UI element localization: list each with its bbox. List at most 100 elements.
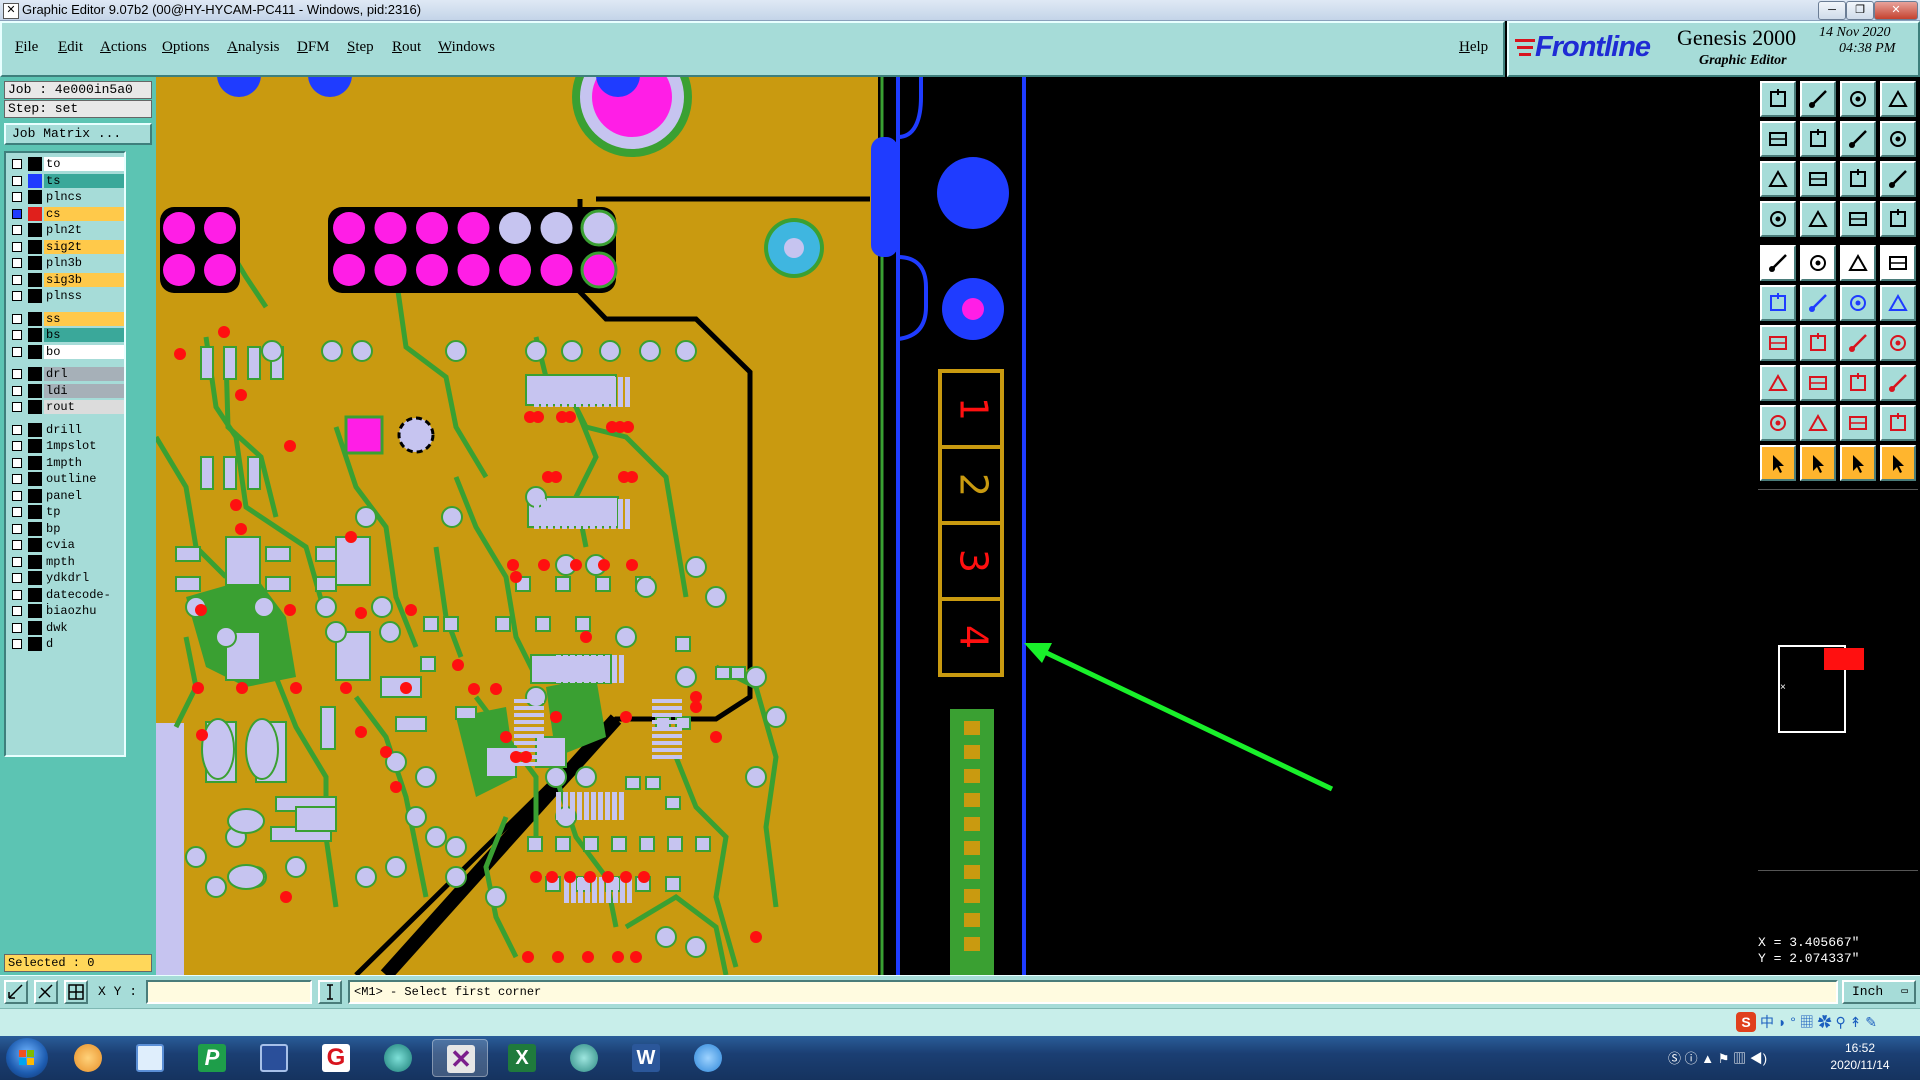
- minimize-button[interactable]: ─: [1818, 1, 1846, 20]
- layer-name[interactable]: panel: [44, 488, 124, 503]
- route-pair-button[interactable]: [1880, 285, 1916, 321]
- layer-row-plnss[interactable]: plnss: [8, 289, 124, 303]
- layer-row-datecode-bo[interactable]: datecode-bo: [8, 587, 124, 616]
- layer-row-pln2t[interactable]: pln2t: [8, 223, 124, 237]
- graphic-canvas[interactable]: 1 2 3 4: [153, 37, 1756, 980]
- minus-button[interactable]: [1800, 365, 1836, 401]
- pointer-orange-button[interactable]: [1840, 445, 1876, 481]
- layer-row-sig3b[interactable]: sig3b: [8, 272, 124, 287]
- layer-name[interactable]: 1mpth: [44, 455, 124, 470]
- layer-row-rout[interactable]: rout: [8, 400, 124, 414]
- layer-name[interactable]: to: [44, 157, 124, 171]
- layer-row-pln3b[interactable]: pln3b: [8, 256, 124, 270]
- layer-checkbox[interactable]: [12, 402, 22, 412]
- circle-target-button[interactable]: [1880, 245, 1916, 281]
- triangle-red-button[interactable]: [1760, 405, 1796, 441]
- layer-color-swatch[interactable]: [28, 272, 42, 287]
- snap-red-button[interactable]: [1840, 201, 1876, 237]
- tray-show-hidden-icon[interactable]: ▲: [1701, 1051, 1714, 1066]
- tray-icons[interactable]: Ⓢ ⓘ ▲ ⚑ ▥ ◀): [1668, 1048, 1767, 1067]
- layer-color-swatch[interactable]: [28, 239, 42, 254]
- zoom-fit-button[interactable]: [1840, 121, 1876, 157]
- layer-checkbox[interactable]: [12, 385, 22, 396]
- taskbar-app-g[interactable]: G: [308, 1039, 364, 1077]
- layer-name[interactable]: ss: [44, 311, 124, 326]
- layer-name[interactable]: drill: [44, 422, 124, 437]
- layer-color-swatch[interactable]: [28, 637, 42, 651]
- layer-name[interactable]: pln3b: [44, 256, 124, 270]
- layer-color-swatch[interactable]: [28, 400, 42, 414]
- layer-checkbox[interactable]: [12, 175, 22, 186]
- ime-toolbar[interactable]: S 中 ◗ ° ▦ ✿ ⚲ ↟ ✎: [1736, 1012, 1920, 1034]
- layer-color-swatch[interactable]: [28, 538, 42, 552]
- layer-color-swatch[interactable]: [28, 488, 42, 503]
- layer-color-swatch[interactable]: [28, 620, 42, 635]
- window-split-button[interactable]: [1880, 81, 1916, 117]
- taskbar-app-excel[interactable]: X: [494, 1039, 550, 1077]
- menu-help[interactable]: Help: [1459, 39, 1488, 56]
- layer-checkbox[interactable]: [12, 225, 22, 235]
- rotate-button[interactable]: [1840, 325, 1876, 361]
- app-icon[interactable]: ✕: [3, 3, 19, 19]
- layer-color-swatch[interactable]: [28, 587, 42, 602]
- layer-color-swatch[interactable]: [28, 439, 42, 453]
- layer-checkbox[interactable]: [12, 639, 22, 649]
- layer-color-swatch[interactable]: [28, 289, 42, 303]
- taskbar-app-genesis[interactable]: ✕: [432, 1039, 488, 1077]
- layer-color-swatch[interactable]: [28, 206, 42, 221]
- layer-name[interactable]: biaozhu: [44, 604, 124, 618]
- layer-row-dwk[interactable]: dwk: [8, 620, 124, 635]
- layer-name[interactable]: outline: [44, 472, 124, 486]
- layer-checkbox[interactable]: [12, 490, 22, 501]
- help-button[interactable]: [1880, 161, 1916, 197]
- layer-row-sig2t[interactable]: sig2t: [8, 239, 124, 254]
- layer-row-bo[interactable]: bo: [8, 344, 124, 359]
- layer-row-ldi[interactable]: ldi: [8, 383, 124, 398]
- layer-checkbox[interactable]: [12, 441, 22, 451]
- layer-name[interactable]: bp: [44, 521, 124, 536]
- tray-network-icon[interactable]: ▥: [1733, 1051, 1746, 1066]
- triangle-b-button[interactable]: [1840, 405, 1876, 441]
- layer-checkbox[interactable]: [12, 274, 22, 285]
- layer-checkbox[interactable]: [12, 369, 22, 379]
- scale-1-2-button[interactable]: [1840, 161, 1876, 197]
- pan-left-button[interactable]: [1760, 121, 1796, 157]
- layer-row-panel[interactable]: panel: [8, 488, 124, 503]
- pointer-node-button[interactable]: [1880, 445, 1916, 481]
- maximize-button[interactable]: ❐: [1846, 1, 1874, 20]
- layer-name[interactable]: sig3b: [44, 272, 124, 287]
- layer-checkbox[interactable]: [12, 313, 22, 324]
- taskbar-app-notepad[interactable]: [122, 1039, 178, 1077]
- tray-ime-icon[interactable]: Ⓢ: [1668, 1051, 1681, 1066]
- layer-color-swatch[interactable]: [28, 472, 42, 486]
- layer-name[interactable]: pln2t: [44, 223, 124, 237]
- layer-row-ss[interactable]: ss: [8, 311, 124, 326]
- layer-color-swatch[interactable]: [28, 173, 42, 188]
- layer-checkbox[interactable]: [12, 291, 22, 301]
- layer-color-swatch[interactable]: [28, 367, 42, 381]
- layer-row-bs[interactable]: bs: [8, 328, 124, 342]
- layer-checkbox[interactable]: [12, 523, 22, 534]
- menu-analysis[interactable]: Analysis: [227, 39, 280, 56]
- layer-checkbox[interactable]: [12, 573, 22, 583]
- layer-checkbox[interactable]: [12, 258, 22, 268]
- layer-name[interactable]: rout: [44, 400, 124, 414]
- grid-mode-button[interactable]: [64, 980, 88, 1004]
- menu-edit[interactable]: Edit: [58, 39, 83, 56]
- route-button[interactable]: [1840, 285, 1876, 321]
- layer-row-tp[interactable]: tp: [8, 505, 124, 519]
- layer-name[interactable]: plnss: [44, 289, 124, 303]
- fit-window-button[interactable]: [1800, 161, 1836, 197]
- layer-row-outline[interactable]: outline: [8, 472, 124, 486]
- layer-color-swatch[interactable]: [28, 383, 42, 398]
- taskbar-clock[interactable]: 16:52 2020/11/14: [1814, 1040, 1906, 1074]
- ruler-button[interactable]: [1840, 245, 1876, 281]
- layer-color-swatch[interactable]: [28, 223, 42, 237]
- layer-row-biaozhu[interactable]: biaozhu: [8, 604, 124, 618]
- layer-row-plncs[interactable]: plncs: [8, 190, 124, 204]
- layer-checkbox[interactable]: [12, 424, 22, 435]
- layer-checkbox[interactable]: [12, 556, 22, 567]
- layer-checkbox[interactable]: [12, 241, 22, 252]
- layer-name[interactable]: ts: [44, 173, 124, 188]
- layer-color-swatch[interactable]: [28, 344, 42, 359]
